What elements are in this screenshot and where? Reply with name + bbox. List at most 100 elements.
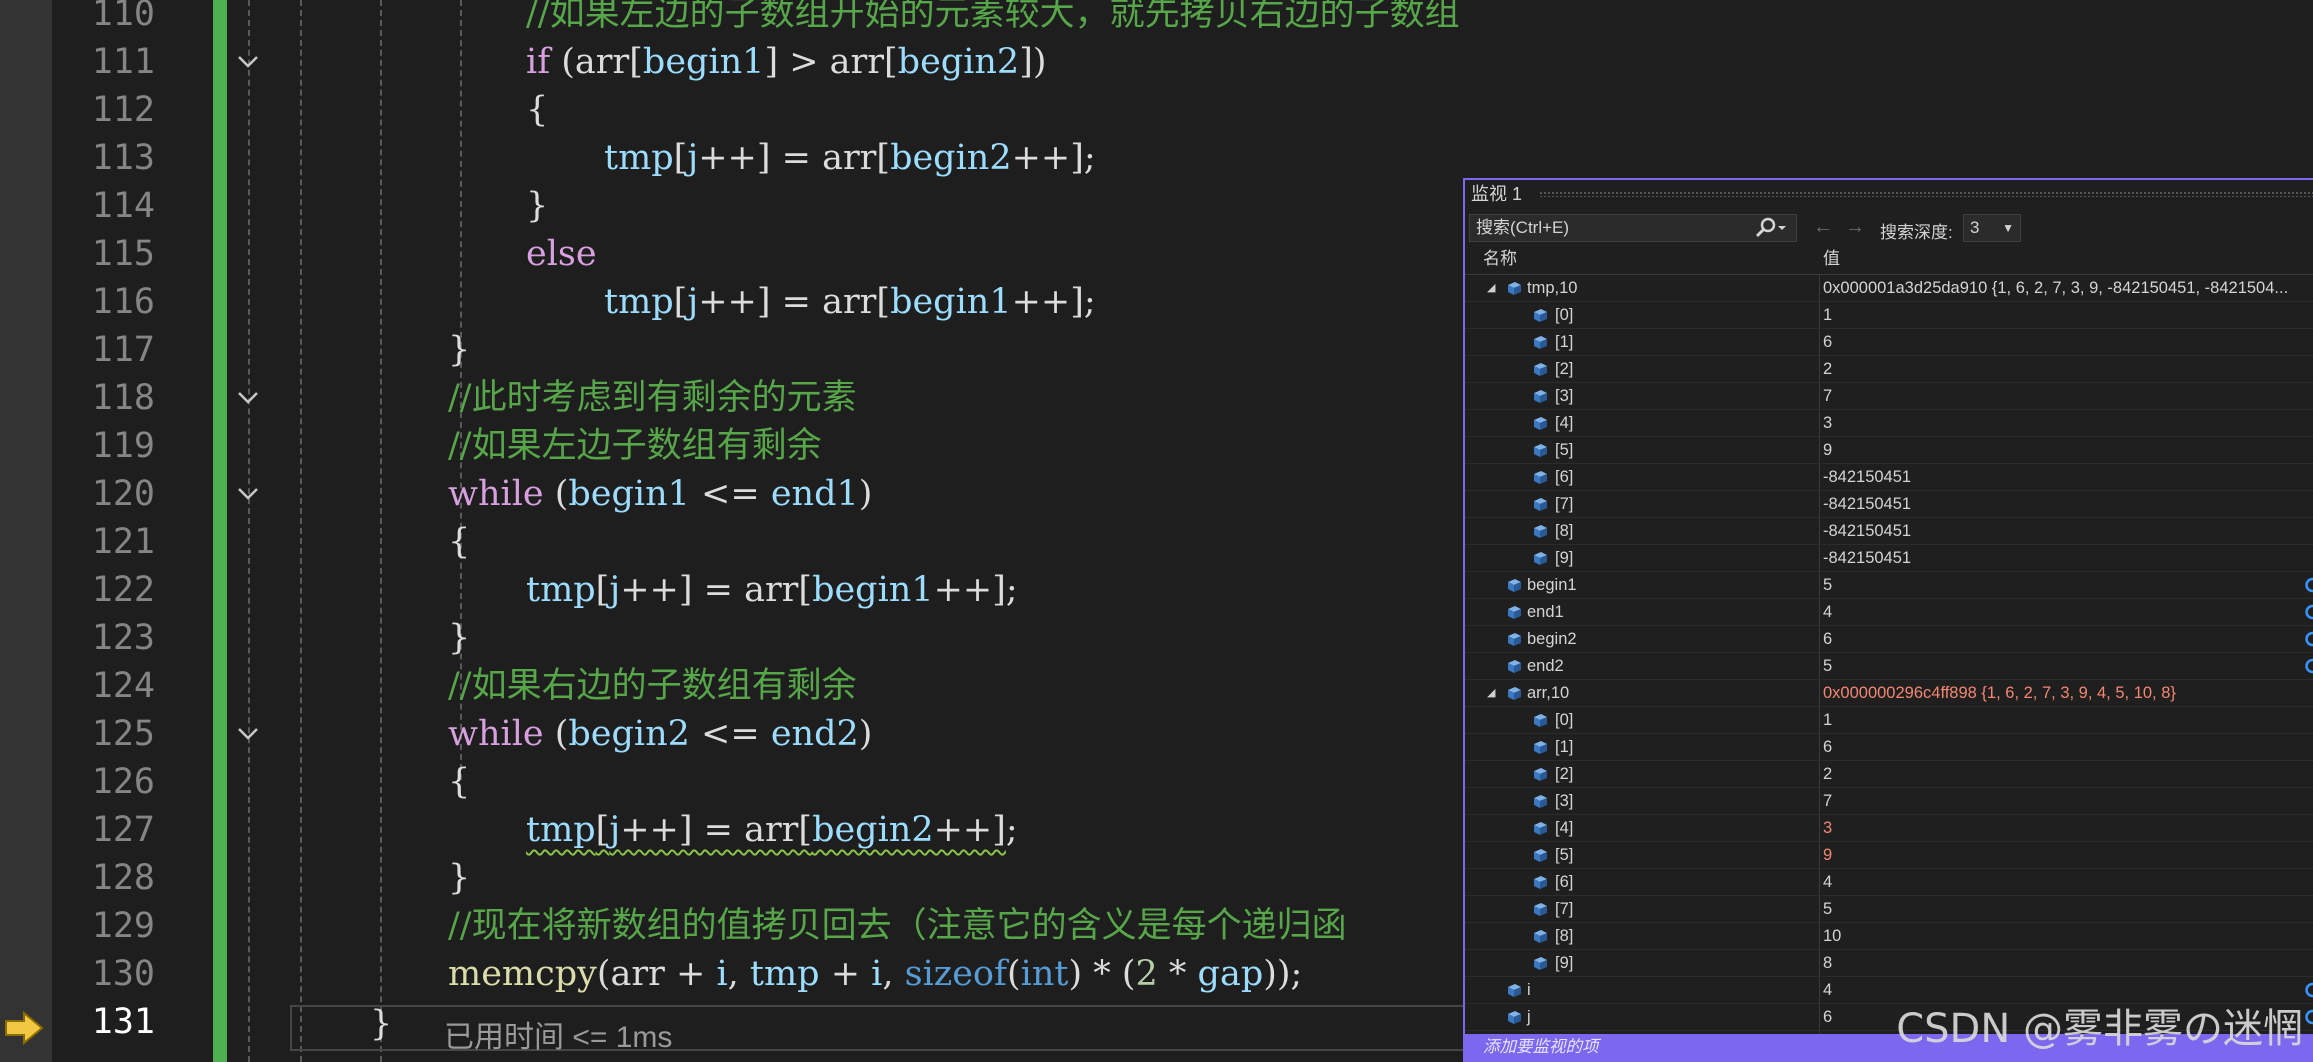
watch-row[interactable]: [7] -842150451	[1465, 491, 2313, 518]
watch-window[interactable]: 监视 1 搜索(Ctrl+E) ← → 搜索深度: 3 ▼ 名称 值 ◢ tmp,…	[1463, 178, 2313, 1062]
fold-chevron-icon[interactable]	[236, 722, 260, 746]
watch-name[interactable]: begin2	[1527, 626, 1577, 652]
watch-row[interactable]: [1] 6	[1465, 734, 2313, 761]
code-text[interactable]: }	[448, 614, 470, 662]
watch-name[interactable]: arr,10	[1527, 680, 1569, 706]
watch-name[interactable]: [7]	[1555, 491, 1573, 517]
code-line[interactable]: 121 {	[0, 518, 1465, 566]
watch-row[interactable]: [0] 1	[1465, 302, 2313, 329]
code-text[interactable]: }	[526, 182, 548, 230]
watch-row[interactable]: [7] 5	[1465, 896, 2313, 923]
watch-row[interactable]: end2 5	[1465, 653, 2313, 680]
watch-name[interactable]: i	[1527, 977, 1531, 1003]
watch-name[interactable]: [0]	[1555, 707, 1573, 733]
watch-row[interactable]: [1] 6	[1465, 329, 2313, 356]
expand-triangle-icon[interactable]: ◢	[1487, 275, 1495, 301]
code-line[interactable]: 126 {	[0, 758, 1465, 806]
watch-name[interactable]: [8]	[1555, 518, 1573, 544]
watch-value[interactable]: 1	[1823, 707, 1832, 733]
watch-row[interactable]: [8] 10	[1465, 923, 2313, 950]
watch-name[interactable]: [3]	[1555, 383, 1573, 409]
watch-name[interactable]: [1]	[1555, 329, 1573, 355]
code-text[interactable]: tmp[j++] = arr[begin2++];	[604, 134, 1096, 182]
watch-row[interactable]: [6] 4	[1465, 869, 2313, 896]
watch-value[interactable]: -842150451	[1823, 491, 1911, 517]
code-line[interactable]: 123}	[0, 614, 1465, 662]
watch-title-bar[interactable]: 监视 1	[1465, 180, 2313, 208]
search-forward-icon[interactable]: →	[1845, 216, 1865, 239]
code-text[interactable]: if (arr[begin1] > arr[begin2])	[526, 38, 1047, 86]
watch-name[interactable]: [4]	[1555, 815, 1573, 841]
watch-row[interactable]: [4] 3	[1465, 815, 2313, 842]
column-value-header[interactable]: 值	[1823, 244, 1840, 274]
refresh-icon[interactable]	[2303, 575, 2313, 595]
title-grip[interactable]	[1539, 191, 2313, 197]
watch-name[interactable]: begin1	[1527, 572, 1577, 598]
watch-row[interactable]: ◢ arr,10 0x000000296c4ff898 {1, 6, 2, 7, 3…	[1465, 680, 2313, 707]
watch-value[interactable]: 3	[1823, 410, 1832, 436]
watch-name[interactable]: end1	[1527, 599, 1564, 625]
watch-value[interactable]: 4	[1823, 977, 1832, 1003]
watch-name[interactable]: [1]	[1555, 734, 1573, 760]
watch-name[interactable]: [4]	[1555, 410, 1573, 436]
code-line[interactable]: 124 //如果右边的子数组有剩余	[0, 662, 1465, 710]
watch-name[interactable]: [0]	[1555, 302, 1573, 328]
code-line[interactable]: 130 memcpy(arr + i, tmp + i, sizeof(int) …	[0, 950, 1465, 998]
watch-search-input[interactable]: 搜索(Ctrl+E)	[1469, 214, 1797, 242]
code-text[interactable]: {	[526, 86, 548, 134]
watch-value[interactable]: 4	[1823, 869, 1832, 895]
watch-row[interactable]: end1 4	[1465, 599, 2313, 626]
code-line[interactable]: 119 //如果左边子数组有剩余	[0, 422, 1465, 470]
refresh-icon[interactable]	[2303, 602, 2313, 622]
code-line[interactable]: 114}	[0, 182, 1465, 230]
watch-row[interactable]: [0] 1	[1465, 707, 2313, 734]
watch-value[interactable]: 4	[1823, 599, 1832, 625]
search-depth-select[interactable]: 3 ▼	[1963, 214, 2021, 242]
watch-name[interactable]: [7]	[1555, 896, 1573, 922]
code-text[interactable]: tmp[j++] = arr[begin1++];	[526, 566, 1018, 614]
watch-row[interactable]: [5] 9	[1465, 842, 2313, 869]
code-line[interactable]: 120 while (begin1 <= end1)	[0, 470, 1465, 518]
watch-row[interactable]: [3] 7	[1465, 383, 2313, 410]
watch-row[interactable]: [2] 2	[1465, 761, 2313, 788]
fold-chevron-icon[interactable]	[236, 482, 260, 506]
watch-value[interactable]: 5	[1823, 896, 1832, 922]
code-text[interactable]: //如果右边的子数组有剩余	[448, 662, 857, 710]
code-text[interactable]: tmp[j++] = arr[begin1++];	[604, 278, 1096, 326]
code-line[interactable]: 122 tmp[j++] = arr[begin1++];	[0, 566, 1465, 614]
code-text[interactable]: while (begin1 <= end1)	[448, 470, 872, 518]
code-line[interactable]: 111 if (arr[begin1] > arr[begin2])	[0, 38, 1465, 86]
fold-chevron-icon[interactable]	[236, 386, 260, 410]
code-text[interactable]: memcpy(arr + i, tmp + i, sizeof(int) * (…	[448, 950, 1302, 998]
watch-value[interactable]: 2	[1823, 356, 1832, 382]
code-text[interactable]: //如果左边的子数组开始的元素较大，就先拷贝右边的子数组	[526, 0, 1460, 38]
watch-name[interactable]: [3]	[1555, 788, 1573, 814]
watch-name[interactable]: end2	[1527, 653, 1564, 679]
code-text[interactable]: {	[448, 518, 470, 566]
watch-row[interactable]: [2] 2	[1465, 356, 2313, 383]
watch-name[interactable]: tmp,10	[1527, 275, 1577, 301]
code-text[interactable]: }	[448, 326, 470, 374]
watch-value[interactable]: 3	[1823, 815, 1832, 841]
watch-row[interactable]: [4] 3	[1465, 410, 2313, 437]
code-text[interactable]: //现在将新数组的值拷贝回去（注意它的含义是每个递归函	[448, 902, 1347, 950]
code-text[interactable]: //此时考虑到有剩余的元素	[448, 374, 857, 422]
code-line[interactable]: 110 //如果左边的子数组开始的元素较大，就先拷贝右边的子数组	[0, 0, 1465, 38]
watch-value[interactable]: 6	[1823, 734, 1832, 760]
search-icon[interactable]	[1754, 217, 1788, 247]
code-text[interactable]: else	[526, 230, 597, 278]
code-line[interactable]: 117}	[0, 326, 1465, 374]
watch-row[interactable]: begin2 6	[1465, 626, 2313, 653]
watch-value[interactable]: 0x000001a3d25da910 {1, 6, 2, 7, 3, 9, -8…	[1823, 275, 2288, 301]
watch-value[interactable]: 6	[1823, 626, 1832, 652]
watch-row[interactable]: [3] 7	[1465, 788, 2313, 815]
watch-value[interactable]: 5	[1823, 653, 1832, 679]
watch-value[interactable]: 6	[1823, 329, 1832, 355]
watch-row[interactable]: [5] 9	[1465, 437, 2313, 464]
refresh-icon[interactable]	[2303, 1007, 2313, 1027]
watch-value[interactable]: -842150451	[1823, 545, 1911, 571]
code-line[interactable]: 118 //此时考虑到有剩余的元素	[0, 374, 1465, 422]
watch-value[interactable]: -842150451	[1823, 464, 1911, 490]
watch-value[interactable]: -842150451	[1823, 518, 1911, 544]
watch-name[interactable]: [5]	[1555, 437, 1573, 463]
